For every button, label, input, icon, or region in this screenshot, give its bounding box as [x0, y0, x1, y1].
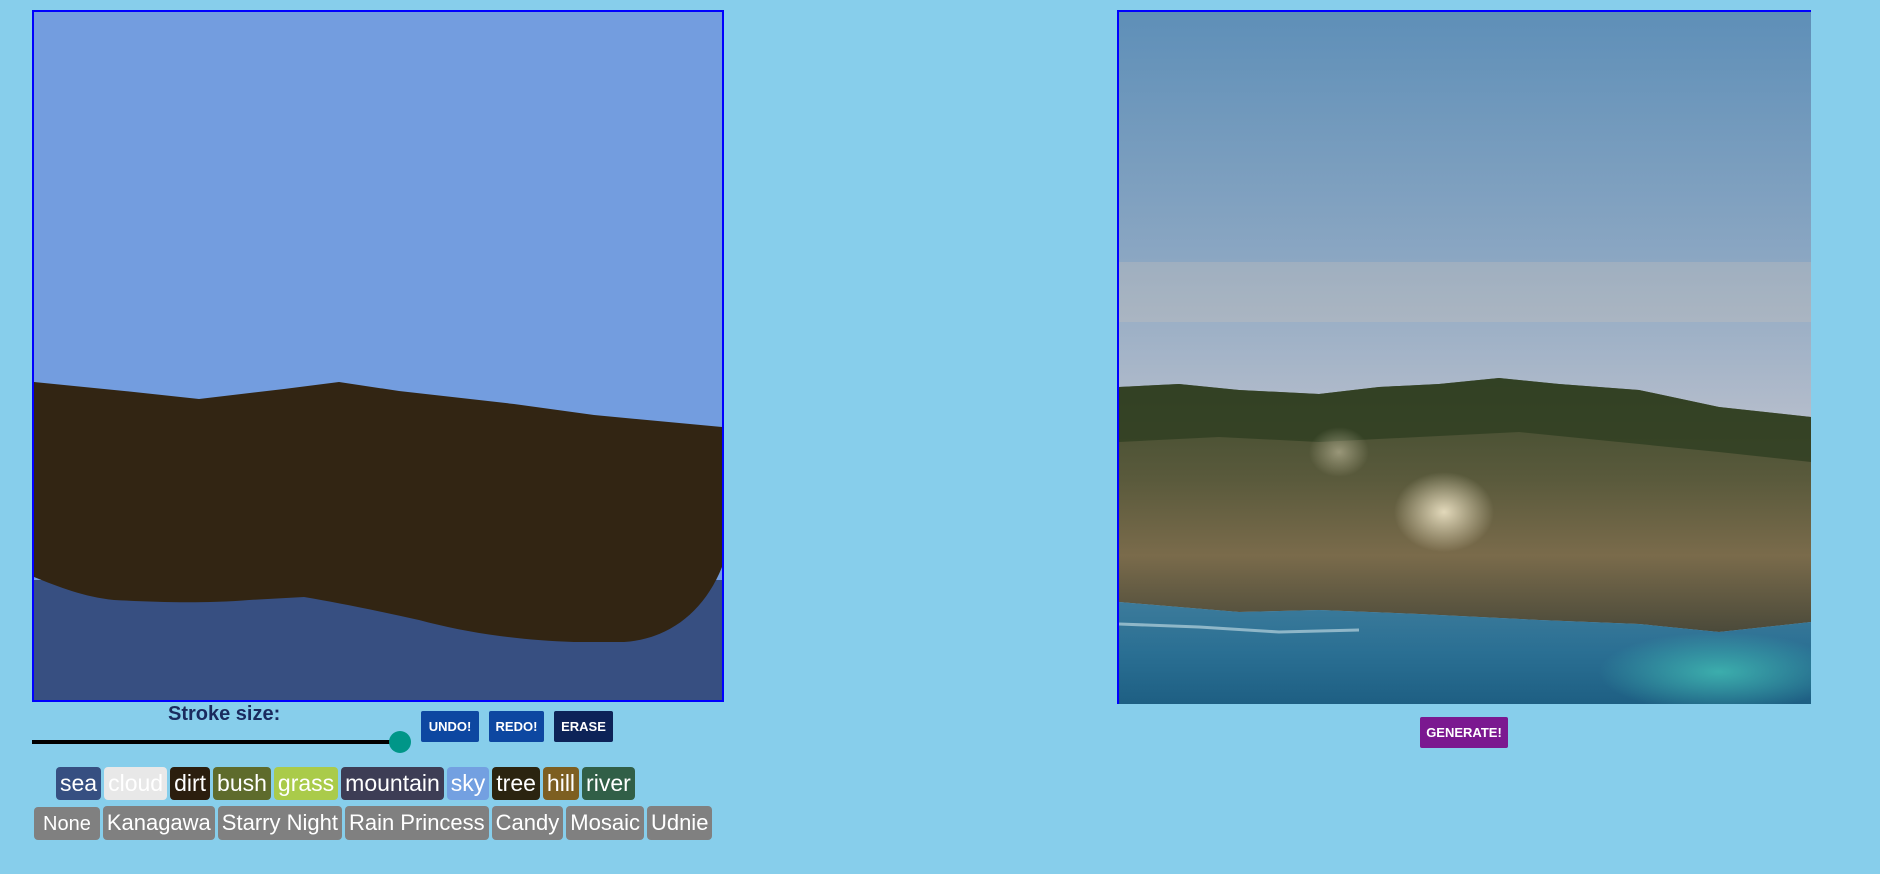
- erase-button[interactable]: ERASE: [554, 711, 613, 742]
- generated-image: [1117, 10, 1811, 704]
- label-dirt[interactable]: dirt: [170, 767, 211, 800]
- generated-image-svg: [1119, 12, 1811, 704]
- style-selector: None Kanagawa Starry Night Rain Princess Can…: [34, 806, 713, 840]
- drawing-canvas[interactable]: [32, 10, 724, 702]
- output-glow-spot-2: [1309, 427, 1369, 477]
- label-sea[interactable]: sea: [56, 767, 102, 800]
- label-palette: sea cloud dirt bush grass mountain sky tree hill…: [56, 767, 635, 800]
- label-sky[interactable]: sky: [446, 767, 490, 800]
- label-tree[interactable]: tree: [492, 767, 540, 800]
- stroke-size-label: Stroke size:: [168, 703, 281, 725]
- style-mosaic[interactable]: Mosaic: [566, 806, 644, 840]
- undo-button[interactable]: UNDO!: [421, 711, 479, 742]
- drawing-canvas-svg[interactable]: [34, 12, 722, 700]
- generate-button[interactable]: GENERATE!: [1420, 717, 1508, 748]
- stroke-size-slider[interactable]: [32, 731, 411, 753]
- style-starry-night[interactable]: Starry Night: [217, 806, 342, 840]
- stroke-size-slider-thumb[interactable]: [388, 731, 411, 753]
- style-udnie[interactable]: Udnie: [646, 806, 713, 840]
- output-horizon-glow: [1119, 262, 1811, 322]
- label-cloud[interactable]: cloud: [104, 767, 168, 800]
- label-grass[interactable]: grass: [273, 767, 339, 800]
- label-hill[interactable]: hill: [542, 767, 580, 800]
- label-mountain[interactable]: mountain: [341, 767, 444, 800]
- redo-button[interactable]: REDO!: [489, 711, 544, 742]
- label-bush[interactable]: bush: [213, 767, 271, 800]
- style-kanagawa[interactable]: Kanagawa: [102, 806, 215, 840]
- output-glow-spot: [1394, 472, 1494, 552]
- style-rain-princess[interactable]: Rain Princess: [344, 806, 489, 840]
- style-candy[interactable]: Candy: [491, 806, 564, 840]
- label-river[interactable]: river: [582, 767, 635, 800]
- stroke-size-slider-fill: [32, 740, 400, 744]
- style-none[interactable]: None: [34, 806, 100, 840]
